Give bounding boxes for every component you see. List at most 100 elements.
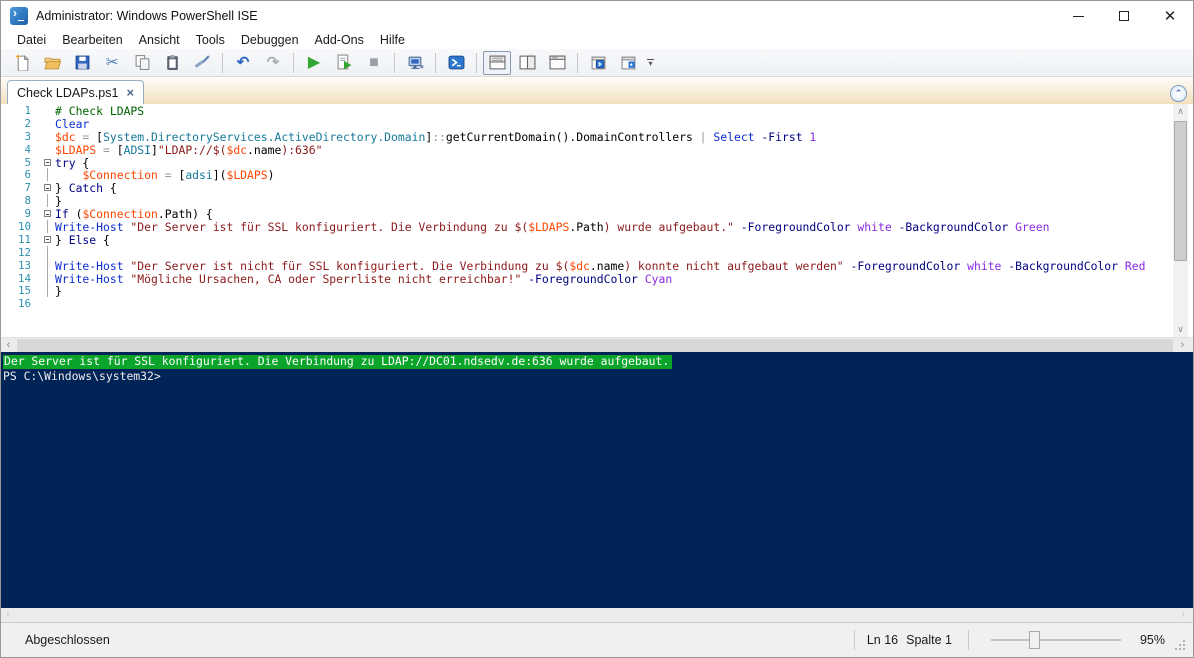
toolbar-separator xyxy=(435,53,436,73)
scroll-right-icon[interactable]: › xyxy=(1176,608,1190,622)
start-powershell-button[interactable] xyxy=(442,51,470,75)
script-editor-pane[interactable]: 1 # Check LDAPS2Clear3$dc = [System.Direc… xyxy=(1,104,1193,337)
code-line-7[interactable]: 7} Catch { xyxy=(1,181,1193,194)
toolbar-overflow-button[interactable]: ▾ xyxy=(647,59,654,66)
show-script-pane-top-button[interactable] xyxy=(483,51,511,75)
menu-item-bearbeiten[interactable]: Bearbeiten xyxy=(54,32,130,48)
code-line-6[interactable]: 6 $Connection = [adsi]($LDAPS) xyxy=(1,168,1193,181)
toolbar: ✂ ↶ ↷ ▶ ■ xyxy=(1,49,1193,77)
redo-button[interactable]: ↷ xyxy=(259,51,287,75)
zoom-slider-thumb[interactable] xyxy=(1029,631,1040,649)
editor-horizontal-scrollbar[interactable]: ‹ › xyxy=(1,337,1193,352)
resize-grip[interactable] xyxy=(1173,638,1185,650)
menu-item-tools[interactable]: Tools xyxy=(188,32,233,48)
show-script-pane-maximized-button[interactable] xyxy=(543,51,571,75)
statusbar-separator xyxy=(854,630,855,650)
fold-collapse-icon[interactable] xyxy=(39,181,55,194)
code-line-8[interactable]: 8} xyxy=(1,194,1193,207)
undo-button[interactable]: ↶ xyxy=(229,51,257,75)
show-script-pane-right-button[interactable] xyxy=(513,51,541,75)
statusbar-separator xyxy=(968,630,969,650)
scroll-down-icon[interactable]: ∨ xyxy=(1173,322,1188,337)
clear-console-pane-button[interactable] xyxy=(188,51,216,75)
code-text: # Check LDAPS xyxy=(55,104,144,117)
fold-collapse-icon[interactable] xyxy=(39,233,55,246)
save-icon xyxy=(74,54,91,71)
code-line-11[interactable]: 11} Else { xyxy=(1,233,1193,246)
show-script-pane-button[interactable] xyxy=(614,51,642,75)
line-number: 16 xyxy=(1,297,39,310)
code-text: $LDAPS = [ADSI]"LDAP://$($dc.name):636" xyxy=(55,143,323,156)
maximize-icon xyxy=(1119,11,1129,21)
powershell-ise-window: Administrator: Windows PowerShell ISE ✕ … xyxy=(0,0,1194,658)
new-powershell-tab-button[interactable] xyxy=(584,51,612,75)
code-line-16[interactable]: 16 xyxy=(1,297,1193,310)
scroll-up-icon[interactable]: ∧ xyxy=(1173,104,1188,119)
new-remote-powershell-tab-button[interactable] xyxy=(401,51,429,75)
menu-item-hilfe[interactable]: Hilfe xyxy=(372,32,413,48)
line-number: 13 xyxy=(1,259,39,272)
line-number: 6 xyxy=(1,168,39,181)
fold-guide xyxy=(39,284,55,297)
editor-vertical-scrollbar[interactable]: ∧ ∨ xyxy=(1173,104,1188,337)
run-selection-button[interactable] xyxy=(330,51,358,75)
console-prompt[interactable]: PS C:\Windows\system32> xyxy=(3,369,1193,383)
code-line-15[interactable]: 15} xyxy=(1,284,1193,297)
chevron-down-icon: ▾ xyxy=(648,61,652,66)
line-number: 10 xyxy=(1,220,39,233)
menu-item-ansicht[interactable]: Ansicht xyxy=(131,32,188,48)
open-script-button[interactable] xyxy=(38,51,66,75)
code-line-1[interactable]: 1 # Check LDAPS xyxy=(1,104,1193,117)
layout-top-icon xyxy=(489,54,506,71)
line-number: 2 xyxy=(1,117,39,130)
menu-item-addons[interactable]: Add-Ons xyxy=(307,32,372,48)
code-line-13[interactable]: 13Write-Host "Der Server ist nicht für S… xyxy=(1,259,1193,272)
code-line-4[interactable]: 4 $LDAPS = [ADSI]"LDAP://$($dc.name):636" xyxy=(1,143,1193,156)
console-pane[interactable]: Der Server ist für SSL konfiguriert. Die… xyxy=(1,352,1193,608)
minimize-button[interactable] xyxy=(1055,1,1101,31)
save-button[interactable] xyxy=(68,51,96,75)
menu-item-datei[interactable]: Datei xyxy=(9,32,54,48)
fold-collapse-icon[interactable] xyxy=(39,207,55,220)
code-line-3[interactable]: 3$dc = [System.DirectoryServices.ActiveD… xyxy=(1,130,1193,143)
line-number: 1 xyxy=(1,104,39,117)
code-line-5[interactable]: 5try { xyxy=(1,156,1193,169)
line-number: 4 xyxy=(1,143,39,156)
close-button[interactable]: ✕ xyxy=(1147,1,1193,31)
fold-guide xyxy=(39,104,55,117)
new-powershell-tab-icon xyxy=(590,54,607,71)
console-horizontal-scrollbar[interactable]: ‹ › xyxy=(1,608,1193,622)
paste-button[interactable] xyxy=(158,51,186,75)
tab-check-ldaps[interactable]: Check LDAPs.ps1 × xyxy=(7,80,144,104)
run-script-button[interactable]: ▶ xyxy=(300,51,328,75)
vertical-scroll-thumb[interactable] xyxy=(1174,121,1187,261)
fold-guide xyxy=(39,246,55,259)
code-line-12[interactable]: 12 xyxy=(1,246,1193,259)
code-line-10[interactable]: 10Write-Host "Der Server ist für SSL kon… xyxy=(1,220,1193,233)
zoom-slider[interactable] xyxy=(991,630,1121,650)
scroll-left-icon[interactable]: ‹ xyxy=(1,608,15,622)
stop-operation-button[interactable]: ■ xyxy=(360,51,388,75)
fold-collapse-icon[interactable] xyxy=(39,156,55,169)
line-number: 3 xyxy=(1,130,39,143)
horizontal-scroll-thumb[interactable] xyxy=(17,339,1173,352)
maximize-button[interactable] xyxy=(1101,1,1147,31)
fold-guide xyxy=(39,272,55,285)
copy-icon xyxy=(134,54,151,71)
line-indicator: Ln 16 xyxy=(867,633,898,647)
code-line-14[interactable]: 14Write-Host "Mögliche Ursachen, CA oder… xyxy=(1,272,1193,285)
redo-icon: ↷ xyxy=(267,55,280,70)
collapse-script-pane-button[interactable]: ⌃ xyxy=(1170,85,1187,102)
scroll-right-icon[interactable]: › xyxy=(1175,338,1190,353)
scroll-left-icon[interactable]: ‹ xyxy=(1,338,16,353)
cut-button[interactable]: ✂ xyxy=(98,51,126,75)
copy-button[interactable] xyxy=(128,51,156,75)
code-line-2[interactable]: 2Clear xyxy=(1,117,1193,130)
tab-close-icon[interactable]: × xyxy=(126,86,134,99)
zoom-slider-track[interactable] xyxy=(991,639,1121,641)
code-line-9[interactable]: 9If ($Connection.Path) { xyxy=(1,207,1193,220)
close-icon: ✕ xyxy=(1164,9,1177,24)
status-bar: Abgeschlossen Ln 16 Spalte 1 95% xyxy=(1,622,1193,657)
menu-item-debuggen[interactable]: Debuggen xyxy=(233,32,307,48)
new-script-button[interactable] xyxy=(8,51,36,75)
